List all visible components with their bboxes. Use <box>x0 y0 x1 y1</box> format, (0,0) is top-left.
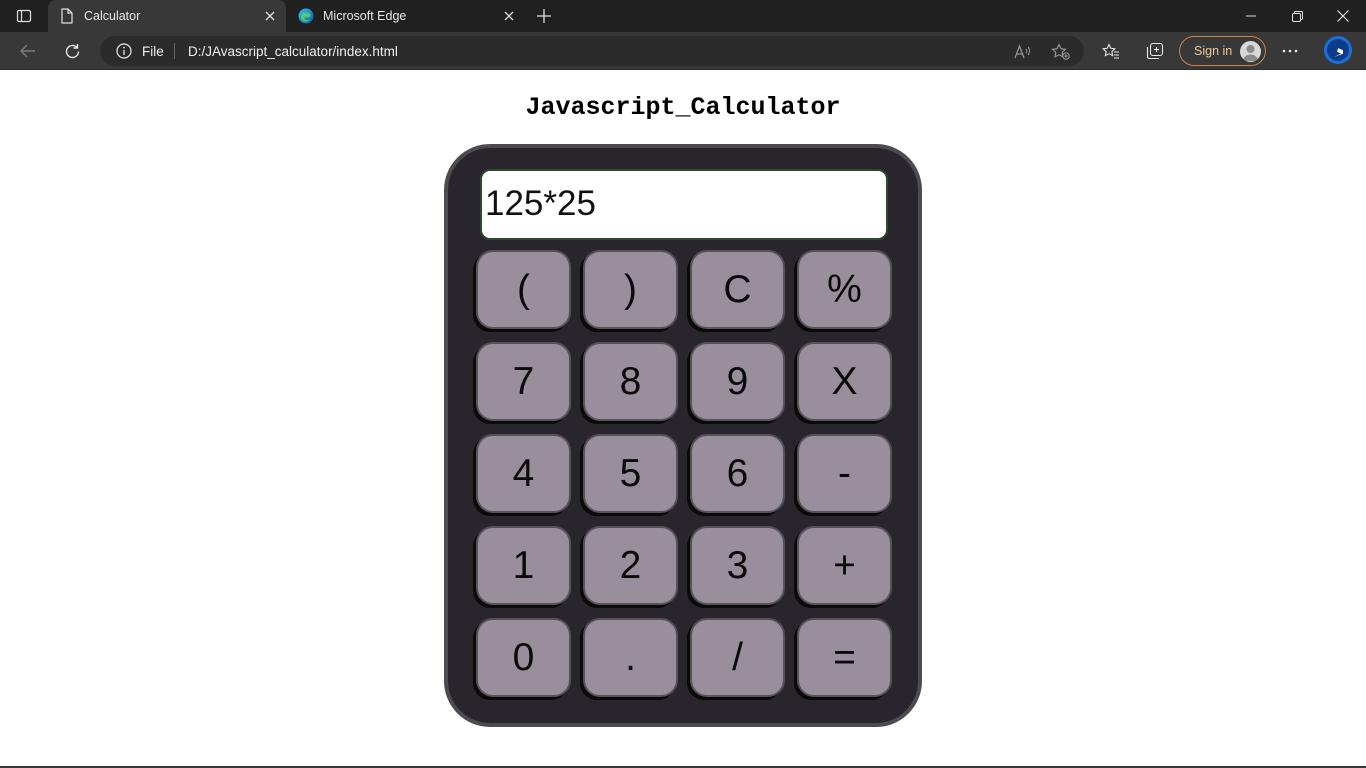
key-2[interactable]: 2 <box>583 526 678 605</box>
page-icon <box>59 8 75 24</box>
read-aloud-icon[interactable] <box>1012 42 1034 62</box>
key-decimal[interactable]: . <box>583 618 678 697</box>
sign-in-button[interactable]: Sign in <box>1179 36 1266 66</box>
bing-copilot-icon[interactable] <box>1322 34 1354 66</box>
key-4[interactable]: 4 <box>476 434 571 513</box>
sign-in-label: Sign in <box>1194 44 1233 58</box>
key-9[interactable]: 9 <box>690 342 785 421</box>
address-bar[interactable]: File D:/JAvascript_calculator/index.html <box>100 36 1084 66</box>
key-5[interactable]: 5 <box>583 434 678 513</box>
page-content: Javascript_Calculator 125*25 ( ) C % 7 8… <box>0 71 1366 766</box>
minimize-icon[interactable] <box>1228 0 1274 32</box>
restore-icon[interactable] <box>1274 0 1320 32</box>
avatar-icon <box>1240 41 1261 62</box>
tab-title: Calculator <box>84 9 141 23</box>
key-8[interactable]: 8 <box>583 342 678 421</box>
key-7[interactable]: 7 <box>476 342 571 421</box>
url-text[interactable]: D:/JAvascript_calculator/index.html <box>188 44 398 59</box>
close-window-icon[interactable] <box>1320 0 1366 32</box>
close-tab-icon[interactable] <box>501 8 517 24</box>
key-add[interactable]: + <box>797 526 892 605</box>
key-close-paren[interactable]: ) <box>583 250 678 329</box>
tab-microsoft-edge[interactable]: Microsoft Edge <box>287 0 525 32</box>
calculator-body: 125*25 ( ) C % 7 8 9 X 4 5 6 - 1 2 3 + 0… <box>444 144 922 727</box>
key-3[interactable]: 3 <box>690 526 785 605</box>
more-options-icon[interactable] <box>1275 37 1305 65</box>
tab-calculator[interactable]: Calculator <box>48 0 286 32</box>
info-icon[interactable] <box>116 43 132 59</box>
favorites-icon[interactable] <box>1096 37 1126 65</box>
tab-actions-icon[interactable] <box>0 0 48 32</box>
display-value: 125*25 <box>485 184 596 223</box>
tab-bar: Calculator Microsoft Edge <box>0 0 1366 32</box>
tab-title: Microsoft Edge <box>323 9 407 23</box>
key-1[interactable]: 1 <box>476 526 571 605</box>
key-equals[interactable]: = <box>797 618 892 697</box>
key-clear[interactable]: C <box>690 250 785 329</box>
scheme-label[interactable]: File <box>142 44 164 59</box>
key-subtract[interactable]: - <box>797 434 892 513</box>
address-divider <box>174 43 175 59</box>
edge-logo-icon <box>298 8 314 24</box>
collections-icon[interactable] <box>1140 37 1170 65</box>
calculator-display[interactable]: 125*25 <box>480 169 888 240</box>
key-6[interactable]: 6 <box>690 434 785 513</box>
new-tab-plus-icon[interactable] <box>533 5 555 27</box>
key-multiply[interactable]: X <box>797 342 892 421</box>
back-arrow-icon[interactable] <box>13 37 43 65</box>
key-0[interactable]: 0 <box>476 618 571 697</box>
close-tab-icon[interactable] <box>262 8 278 24</box>
page-title: Javascript_Calculator <box>525 93 841 122</box>
key-open-paren[interactable]: ( <box>476 250 571 329</box>
key-divide[interactable]: / <box>690 618 785 697</box>
key-percent[interactable]: % <box>797 250 892 329</box>
refresh-icon[interactable] <box>57 37 87 65</box>
browser-toolbar: File D:/JAvascript_calculator/index.html… <box>0 32 1366 70</box>
add-favorite-icon[interactable] <box>1050 42 1072 62</box>
